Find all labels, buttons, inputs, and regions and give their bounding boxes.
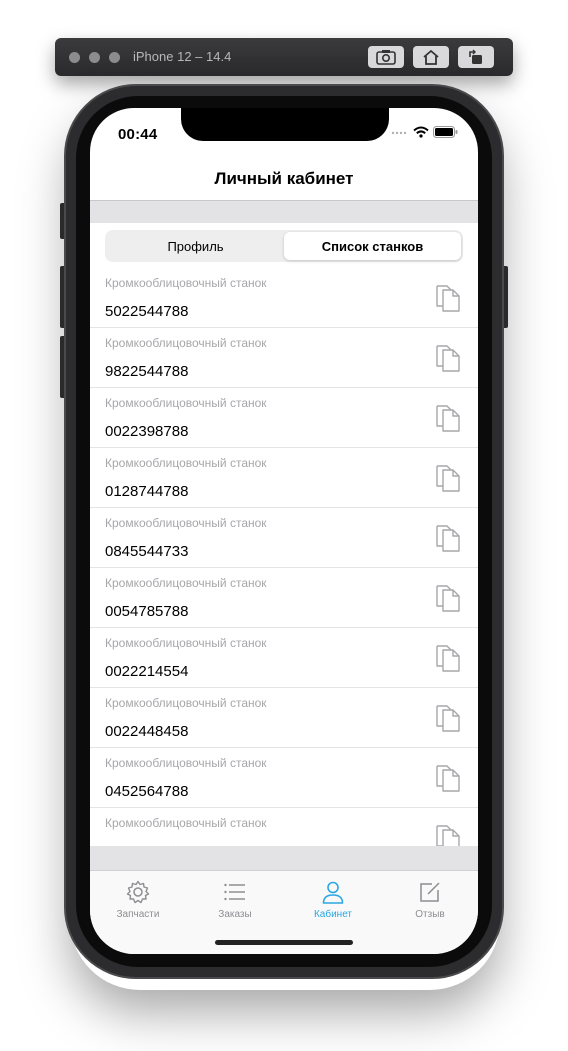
copy-icon[interactable] <box>434 404 462 434</box>
machine-row[interactable]: Кромкооблицовочный станок 0022448458 <box>90 688 478 748</box>
machine-row[interactable]: Кромкооблицовочный станок 5022544788 <box>90 268 478 328</box>
copy-icon[interactable] <box>434 704 462 734</box>
machine-row[interactable]: Кромкооблицовочный станок 0128744788 <box>90 448 478 508</box>
machine-serial-number: 0845544733 <box>105 543 189 560</box>
segment-machine-list[interactable]: Список станков <box>284 232 461 260</box>
status-time: 00:44 <box>118 126 158 143</box>
home-button[interactable] <box>413 46 449 68</box>
machine-title: Кромкооблицовочный станок <box>105 576 267 590</box>
window-close-dot[interactable] <box>69 52 80 63</box>
list-icon <box>224 883 245 901</box>
section-spacer-top <box>90 201 478 223</box>
machine-title: Кромкооблицовочный станок <box>105 516 267 530</box>
tab-feedback-label: Отзыв <box>415 909 445 920</box>
tab-parts[interactable]: Запчасти <box>98 879 178 920</box>
status-icons <box>391 126 458 138</box>
machine-serial-number: 0128744788 <box>105 483 189 500</box>
machine-row[interactable]: Кромкооблицовочный станок <box>90 808 478 846</box>
tab-feedback[interactable]: Отзыв <box>390 879 470 920</box>
simulator-title: iPhone 12 – 14.4 <box>133 49 232 64</box>
segment-profile[interactable]: Профиль <box>107 232 284 260</box>
copy-icon[interactable] <box>434 644 462 674</box>
screenshot-button[interactable] <box>368 46 404 68</box>
gear-icon <box>126 880 150 904</box>
machine-row[interactable]: Кромкооблицовочный станок 0022214554 <box>90 628 478 688</box>
section-spacer-bottom <box>90 846 478 870</box>
tab-orders[interactable]: Заказы <box>195 879 275 920</box>
machine-serial-number: 0022214554 <box>105 663 189 680</box>
machine-title: Кромкооблицовочный станок <box>105 396 267 410</box>
tab-parts-label: Запчасти <box>116 909 160 920</box>
home-icon <box>423 49 439 65</box>
app-screen: 00:44 Личный кабинет Профиль Список стан… <box>90 108 478 954</box>
copy-icon[interactable] <box>434 584 462 614</box>
machine-row[interactable]: Кромкооблицовочный станок 9822544788 <box>90 328 478 388</box>
wifi-icon <box>413 126 429 138</box>
copy-icon[interactable] <box>434 284 462 314</box>
tab-account[interactable]: Кабинет <box>293 879 373 920</box>
machine-serial-number: 0054785788 <box>105 603 189 620</box>
machine-row[interactable]: Кромкооблицовочный станок 0054785788 <box>90 568 478 628</box>
copy-icon[interactable] <box>434 824 462 846</box>
home-indicator <box>215 940 353 945</box>
compose-icon <box>420 882 440 902</box>
machine-serial-number: 0022398788 <box>105 423 189 440</box>
copy-icon[interactable] <box>434 764 462 794</box>
screenshot-icon <box>376 50 396 65</box>
person-icon <box>322 881 344 904</box>
rotate-button[interactable] <box>458 46 494 68</box>
machine-list[interactable]: Кромкооблицовочный станок 5022544788 Кромк… <box>90 268 478 846</box>
machine-serial-number: 9822544788 <box>105 363 189 380</box>
machine-row[interactable]: Кромкооблицовочный станок 0022398788 <box>90 388 478 448</box>
window-minimize-dot[interactable] <box>89 52 100 63</box>
machine-title: Кромкооблицовочный станок <box>105 456 267 470</box>
simulator-toolbar: iPhone 12 – 14.4 <box>55 38 513 76</box>
window-zoom-dot[interactable] <box>109 52 120 63</box>
copy-icon[interactable] <box>434 344 462 374</box>
machine-serial-number: 0452564788 <box>105 783 189 800</box>
segmented-control: Профиль Список станков <box>105 230 463 262</box>
tab-account-label: Кабинет <box>313 909 353 920</box>
machine-title: Кромкооблицовочный станок <box>105 756 267 770</box>
machine-title: Кромкооблицовочный станок <box>105 336 267 350</box>
rotate-icon <box>469 49 482 64</box>
copy-icon[interactable] <box>434 464 462 494</box>
machine-row[interactable]: Кромкооблицовочный станок 0845544733 <box>90 508 478 568</box>
copy-icon[interactable] <box>434 524 462 554</box>
signal-icon <box>391 131 407 135</box>
page-title: Личный кабинет <box>214 169 354 188</box>
machine-serial-number: 5022544788 <box>105 303 189 320</box>
machine-title: Кромкооблицовочный станок <box>105 696 267 710</box>
battery-icon <box>433 126 458 138</box>
notch <box>181 108 389 141</box>
machine-title: Кромкооблицовочный станок <box>105 276 267 290</box>
machine-title: Кромкооблицовочный станок <box>105 816 267 830</box>
machine-title: Кромкооблицовочный станок <box>105 636 267 650</box>
tab-orders-label: Заказы <box>218 909 252 920</box>
machine-serial-number: 0022448458 <box>105 723 189 740</box>
machine-row[interactable]: Кромкооблицовочный станок 0452564788 <box>90 748 478 808</box>
